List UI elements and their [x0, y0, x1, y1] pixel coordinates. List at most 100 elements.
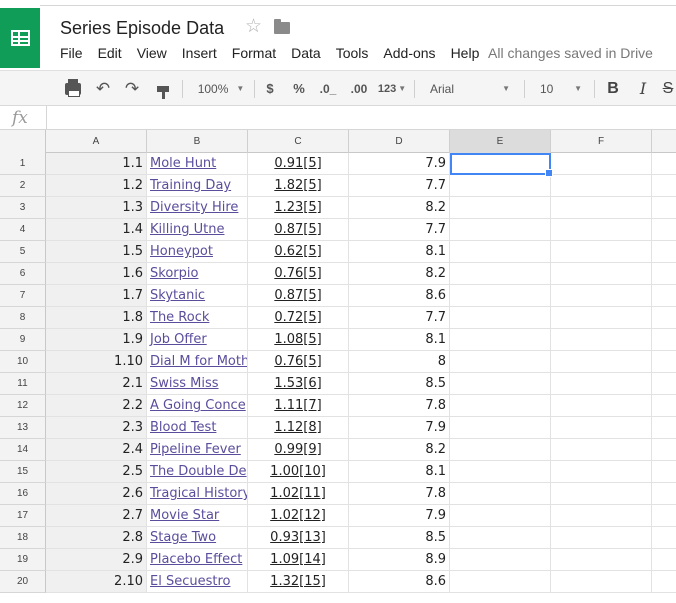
- more-formats-select[interactable]: 123 ▼: [375, 71, 409, 106]
- cell-f[interactable]: [551, 175, 652, 197]
- cell-episode-title-link[interactable]: Skorpio: [147, 263, 248, 285]
- font-family-select[interactable]: Arial ▼: [420, 71, 520, 106]
- cell-g[interactable]: [652, 307, 676, 329]
- cell-e[interactable]: [450, 395, 551, 417]
- cell-episode-number[interactable]: 1.7: [46, 285, 147, 307]
- cell-g[interactable]: [652, 549, 676, 571]
- cell-episode-title-link[interactable]: Placebo Effect: [147, 549, 248, 571]
- viewers-link[interactable]: 1.00[10]: [270, 464, 326, 479]
- cell-e[interactable]: [450, 505, 551, 527]
- cell-episode-title-link[interactable]: Skytanic: [147, 285, 248, 307]
- row-header[interactable]: 18: [0, 527, 46, 549]
- cell-viewers[interactable]: 1.53[6]: [248, 373, 349, 395]
- row-header[interactable]: 1: [0, 153, 46, 175]
- row-header[interactable]: 6: [0, 263, 46, 285]
- cell-episode-number[interactable]: 2.10: [46, 571, 147, 593]
- cell-e[interactable]: [450, 197, 551, 219]
- row-header[interactable]: 2: [0, 175, 46, 197]
- menu-add-ons[interactable]: Add-ons: [383, 45, 435, 61]
- menu-view[interactable]: View: [137, 45, 167, 61]
- cell-viewers[interactable]: 0.76[5]: [248, 263, 349, 285]
- cell-viewers[interactable]: 1.82[5]: [248, 175, 349, 197]
- print-button[interactable]: [60, 71, 86, 106]
- font-size-select[interactable]: 10 ▼: [530, 71, 590, 106]
- menu-data[interactable]: Data: [291, 45, 321, 61]
- sheets-logo-icon[interactable]: [0, 8, 40, 68]
- cell-episode-number[interactable]: 1.9: [46, 329, 147, 351]
- cell-g[interactable]: [652, 483, 676, 505]
- cell-rating[interactable]: 7.7: [349, 307, 450, 329]
- cell-rating[interactable]: 8.2: [349, 263, 450, 285]
- viewers-link[interactable]: 1.11[7]: [274, 398, 321, 413]
- select-all-corner[interactable]: [0, 130, 46, 153]
- cell-g[interactable]: [652, 153, 676, 175]
- row-header[interactable]: 8: [0, 307, 46, 329]
- cell-g[interactable]: [652, 175, 676, 197]
- bold-button[interactable]: B: [602, 71, 624, 106]
- column-header-e[interactable]: E: [450, 130, 551, 153]
- menu-edit[interactable]: Edit: [98, 45, 122, 61]
- cell-episode-number[interactable]: 2.1: [46, 373, 147, 395]
- viewers-link[interactable]: 0.62[5]: [274, 244, 321, 259]
- cell-rating[interactable]: 7.9: [349, 153, 450, 175]
- cell-episode-number[interactable]: 2.3: [46, 417, 147, 439]
- row-header[interactable]: 7: [0, 285, 46, 307]
- cell-episode-title-link[interactable]: Killing Utne: [147, 219, 248, 241]
- cell-e[interactable]: [450, 461, 551, 483]
- row-header[interactable]: 11: [0, 373, 46, 395]
- cell-f[interactable]: [551, 527, 652, 549]
- cell-rating[interactable]: 8: [349, 351, 450, 373]
- cell-viewers[interactable]: 0.93[13]: [248, 527, 349, 549]
- cell-viewers[interactable]: 0.87[5]: [248, 219, 349, 241]
- viewers-link[interactable]: 0.93[13]: [270, 530, 326, 545]
- formula-input[interactable]: [52, 106, 672, 130]
- row-header[interactable]: 5: [0, 241, 46, 263]
- viewers-link[interactable]: 1.23[5]: [274, 200, 321, 215]
- cell-viewers[interactable]: 1.00[10]: [248, 461, 349, 483]
- cell-episode-number[interactable]: 1.5: [46, 241, 147, 263]
- strikethrough-button[interactable]: S: [660, 71, 676, 106]
- viewers-link[interactable]: 1.32[15]: [270, 574, 326, 589]
- cell-viewers[interactable]: 1.02[11]: [248, 483, 349, 505]
- row-header[interactable]: 15: [0, 461, 46, 483]
- cell-g[interactable]: [652, 461, 676, 483]
- cell-rating[interactable]: 7.8: [349, 483, 450, 505]
- cell-f[interactable]: [551, 461, 652, 483]
- cell-episode-title-link[interactable]: A Going Conce: [147, 395, 248, 417]
- cell-episode-title-link[interactable]: Honeypot: [147, 241, 248, 263]
- cell-episode-title-link[interactable]: The Rock: [147, 307, 248, 329]
- menu-file[interactable]: File: [60, 45, 83, 61]
- cell-g[interactable]: [652, 439, 676, 461]
- column-header-b[interactable]: B: [147, 130, 248, 153]
- cell-g[interactable]: [652, 263, 676, 285]
- viewers-link[interactable]: 1.53[6]: [274, 376, 321, 391]
- viewers-link[interactable]: 0.99[9]: [274, 442, 321, 457]
- star-icon[interactable]: ☆: [245, 17, 262, 37]
- cell-f[interactable]: [551, 153, 652, 175]
- cell-g[interactable]: [652, 285, 676, 307]
- cell-episode-title-link[interactable]: Stage Two: [147, 527, 248, 549]
- cell-f[interactable]: [551, 373, 652, 395]
- cell-episode-title-link[interactable]: Mole Hunt: [147, 153, 248, 175]
- cell-rating[interactable]: 8.6: [349, 571, 450, 593]
- row-header[interactable]: 12: [0, 395, 46, 417]
- cell-f[interactable]: [551, 439, 652, 461]
- cell-episode-number[interactable]: 2.2: [46, 395, 147, 417]
- row-header[interactable]: 17: [0, 505, 46, 527]
- row-header[interactable]: 4: [0, 219, 46, 241]
- cell-episode-number[interactable]: 1.8: [46, 307, 147, 329]
- cell-rating[interactable]: 8.5: [349, 527, 450, 549]
- cell-g[interactable]: [652, 505, 676, 527]
- viewers-link[interactable]: 1.02[11]: [270, 486, 326, 501]
- cell-viewers[interactable]: 0.91[5]: [248, 153, 349, 175]
- viewers-link[interactable]: 0.91[5]: [274, 156, 321, 171]
- cell-f[interactable]: [551, 549, 652, 571]
- cell-g[interactable]: [652, 197, 676, 219]
- cell-rating[interactable]: 7.9: [349, 417, 450, 439]
- cell-g[interactable]: [652, 219, 676, 241]
- undo-button[interactable]: ↶: [90, 71, 116, 106]
- cell-e[interactable]: [450, 439, 551, 461]
- cell-f[interactable]: [551, 417, 652, 439]
- viewers-link[interactable]: 1.12[8]: [274, 420, 321, 435]
- row-header[interactable]: 9: [0, 329, 46, 351]
